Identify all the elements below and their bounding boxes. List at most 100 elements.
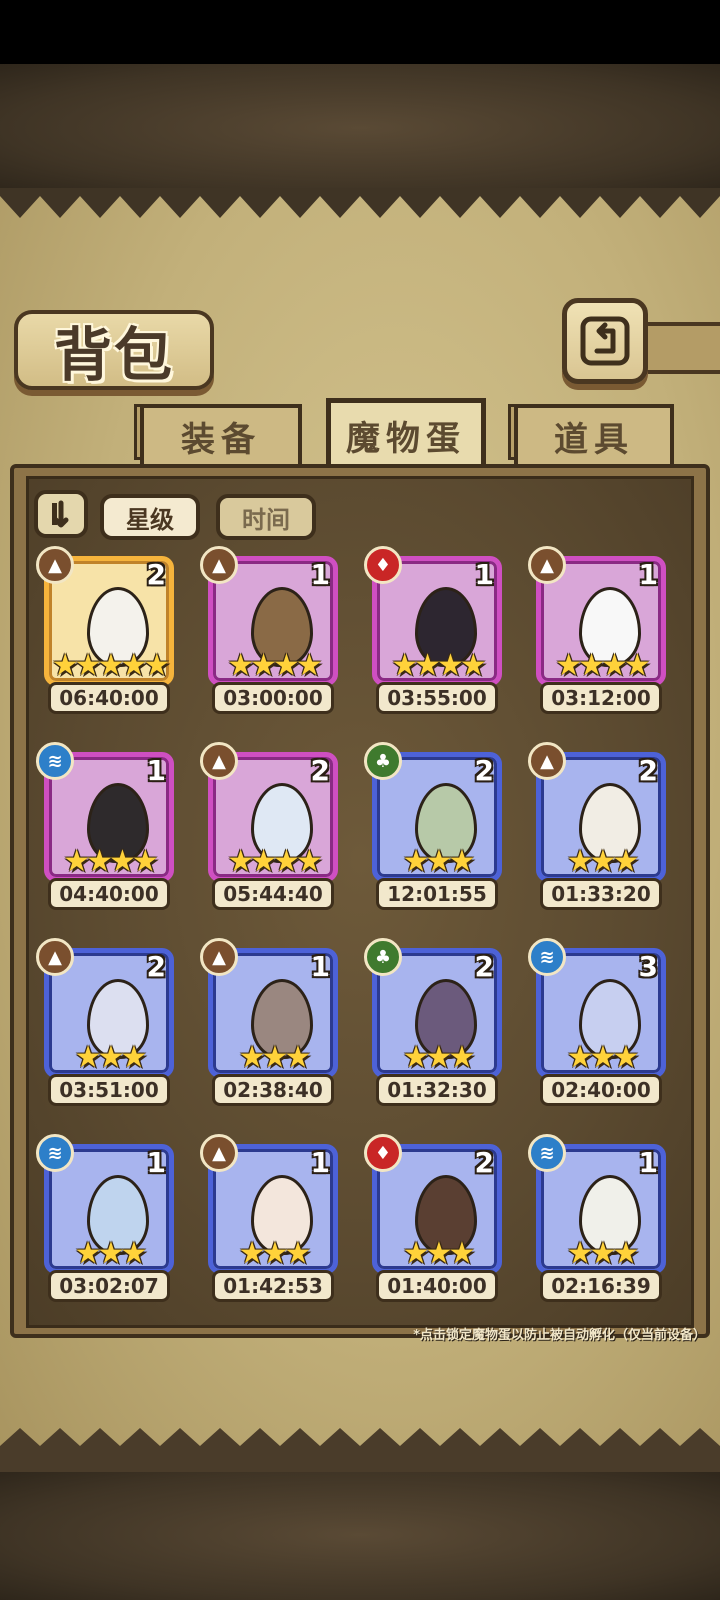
egg-count: 1 — [310, 950, 330, 983]
hatch-timer: 03:00:00 — [212, 682, 334, 714]
map-background-top — [0, 64, 720, 192]
hatch-timer: 06:40:00 — [48, 682, 170, 714]
hatch-timer: 03:51:00 — [48, 1074, 170, 1106]
egg-count: 2 — [146, 950, 166, 983]
back-button[interactable] — [562, 298, 648, 384]
egg-card[interactable]: ▲ 1 ★★★★ 03:00:00 — [200, 546, 342, 718]
star-rating: ★★★ — [402, 1040, 476, 1075]
tab-monster-eggs-label: 魔物蛋 — [346, 419, 466, 459]
hatch-timer: 03:02:07 — [48, 1270, 170, 1302]
egg-count: 2 — [474, 950, 494, 983]
egg-card[interactable]: ▲ 1 ★★★★ 03:12:00 — [528, 546, 670, 718]
star-rating: ★★★ — [402, 844, 476, 879]
star-rating: ★★★ — [74, 1040, 148, 1075]
star-rating: ★★★ — [74, 1236, 148, 1271]
egg-count: 1 — [310, 558, 330, 591]
star-rating: ★★★★ — [391, 648, 487, 683]
hatch-timer: 05:44:40 — [212, 878, 334, 910]
element-earth-icon: ▲ — [528, 742, 566, 780]
sort-by-time-button[interactable]: 时间 — [216, 494, 316, 540]
page-title-plate: 背包 — [14, 310, 214, 390]
egg-card[interactable]: ▲ 1 ★★★ 02:38:40 — [200, 938, 342, 1110]
star-rating: ★★★ — [238, 1236, 312, 1271]
egg-count: 2 — [474, 1146, 494, 1179]
star-rating: ★★★★ — [227, 844, 323, 879]
egg-card[interactable]: ♣ 2 ★★★ 01:32:30 — [364, 938, 506, 1110]
torn-edge-bottom — [0, 1428, 720, 1472]
egg-card[interactable]: ≋ 3 ★★★ 02:40:00 — [528, 938, 670, 1110]
element-water-icon: ≋ — [36, 1134, 74, 1172]
hatch-timer: 04:40:00 — [48, 878, 170, 910]
element-grass-icon: ♣ — [364, 742, 402, 780]
element-fire-icon: ♦ — [364, 1134, 402, 1172]
hatch-timer: 01:33:20 — [540, 878, 662, 910]
tab-equipment[interactable]: 装备 — [140, 404, 302, 464]
star-rating: ★★★★ — [63, 844, 159, 879]
star-rating: ★★★ — [566, 844, 640, 879]
egg-card[interactable]: ▲ 2 ★★★★★ 06:40:00 — [36, 546, 178, 718]
element-earth-icon: ▲ — [200, 938, 238, 976]
map-background-bottom — [0, 1470, 720, 1600]
egg-count: 1 — [474, 558, 494, 591]
egg-card[interactable]: ≋ 1 ★★★ 03:02:07 — [36, 1134, 178, 1306]
egg-card[interactable]: ≋ 1 ★★★ 02:16:39 — [528, 1134, 670, 1306]
egg-card[interactable]: ♦ 1 ★★★★ 03:55:00 — [364, 546, 506, 718]
star-rating: ★★★ — [402, 1236, 476, 1271]
tab-monster-eggs[interactable]: 魔物蛋 — [326, 398, 486, 468]
sort-order-icon — [52, 500, 69, 528]
hatch-timer: 01:32:30 — [376, 1074, 498, 1106]
egg-count: 1 — [638, 558, 658, 591]
element-earth-icon: ▲ — [200, 546, 238, 584]
element-grass-icon: ♣ — [364, 938, 402, 976]
egg-count: 2 — [474, 754, 494, 787]
star-rating: ★★★ — [566, 1040, 640, 1075]
egg-count: 1 — [638, 1146, 658, 1179]
element-water-icon: ≋ — [36, 742, 74, 780]
hatch-timer: 02:16:39 — [540, 1270, 662, 1302]
element-earth-icon: ▲ — [36, 546, 74, 584]
sort-by-star-button[interactable]: 星级 — [100, 494, 200, 540]
element-water-icon: ≋ — [528, 1134, 566, 1172]
egg-count: 2 — [310, 754, 330, 787]
hatch-timer: 01:40:00 — [376, 1270, 498, 1302]
element-water-icon: ≋ — [528, 938, 566, 976]
egg-count: 3 — [638, 950, 658, 983]
hatch-timer: 02:38:40 — [212, 1074, 334, 1106]
star-rating: ★★★★ — [227, 648, 323, 683]
element-earth-icon: ▲ — [200, 742, 238, 780]
hatch-timer: 01:42:53 — [212, 1270, 334, 1302]
egg-card[interactable]: ▲ 2 ★★★ 01:33:20 — [528, 742, 670, 914]
egg-count: 1 — [146, 1146, 166, 1179]
tab-equipment-label: 装备 — [181, 419, 261, 460]
egg-count: 1 — [146, 754, 166, 787]
hatch-timer: 03:12:00 — [540, 682, 662, 714]
sort-order-button[interactable] — [34, 490, 88, 538]
egg-card[interactable]: ▲ 2 ★★★★ 05:44:40 — [200, 742, 342, 914]
star-rating: ★★★★★ — [51, 648, 170, 683]
hint-text: *点击锁定魔物蛋以防止被自动孵化（仅当前设备） — [413, 1328, 706, 1343]
star-rating: ★★★ — [566, 1236, 640, 1271]
egg-card[interactable]: ▲ 2 ★★★ 03:51:00 — [36, 938, 178, 1110]
egg-count: 1 — [310, 1146, 330, 1179]
hatch-timer: 03:55:00 — [376, 682, 498, 714]
star-rating: ★★★ — [238, 1040, 312, 1075]
tab-items[interactable]: 道具 — [514, 404, 674, 464]
back-arrow-icon — [580, 316, 630, 366]
egg-count: 2 — [638, 754, 658, 787]
hatch-timer: 02:40:00 — [540, 1074, 662, 1106]
egg-card[interactable]: ≋ 1 ★★★★ 04:40:00 — [36, 742, 178, 914]
status-bar — [0, 0, 720, 64]
page-title: 背包 — [53, 321, 174, 389]
egg-count: 2 — [146, 558, 166, 591]
egg-card[interactable]: ♣ 2 ★★★ 12:01:55 — [364, 742, 506, 914]
back-button-rail — [646, 322, 720, 374]
star-rating: ★★★★ — [555, 648, 651, 683]
egg-card[interactable]: ♦ 2 ★★★ 01:40:00 — [364, 1134, 506, 1306]
tab-items-label: 道具 — [554, 419, 634, 460]
element-earth-icon: ▲ — [36, 938, 74, 976]
hatch-timer: 12:01:55 — [376, 878, 498, 910]
element-fire-icon: ♦ — [364, 546, 402, 584]
egg-card[interactable]: ▲ 1 ★★★ 01:42:53 — [200, 1134, 342, 1306]
element-earth-icon: ▲ — [200, 1134, 238, 1172]
element-earth-icon: ▲ — [528, 546, 566, 584]
